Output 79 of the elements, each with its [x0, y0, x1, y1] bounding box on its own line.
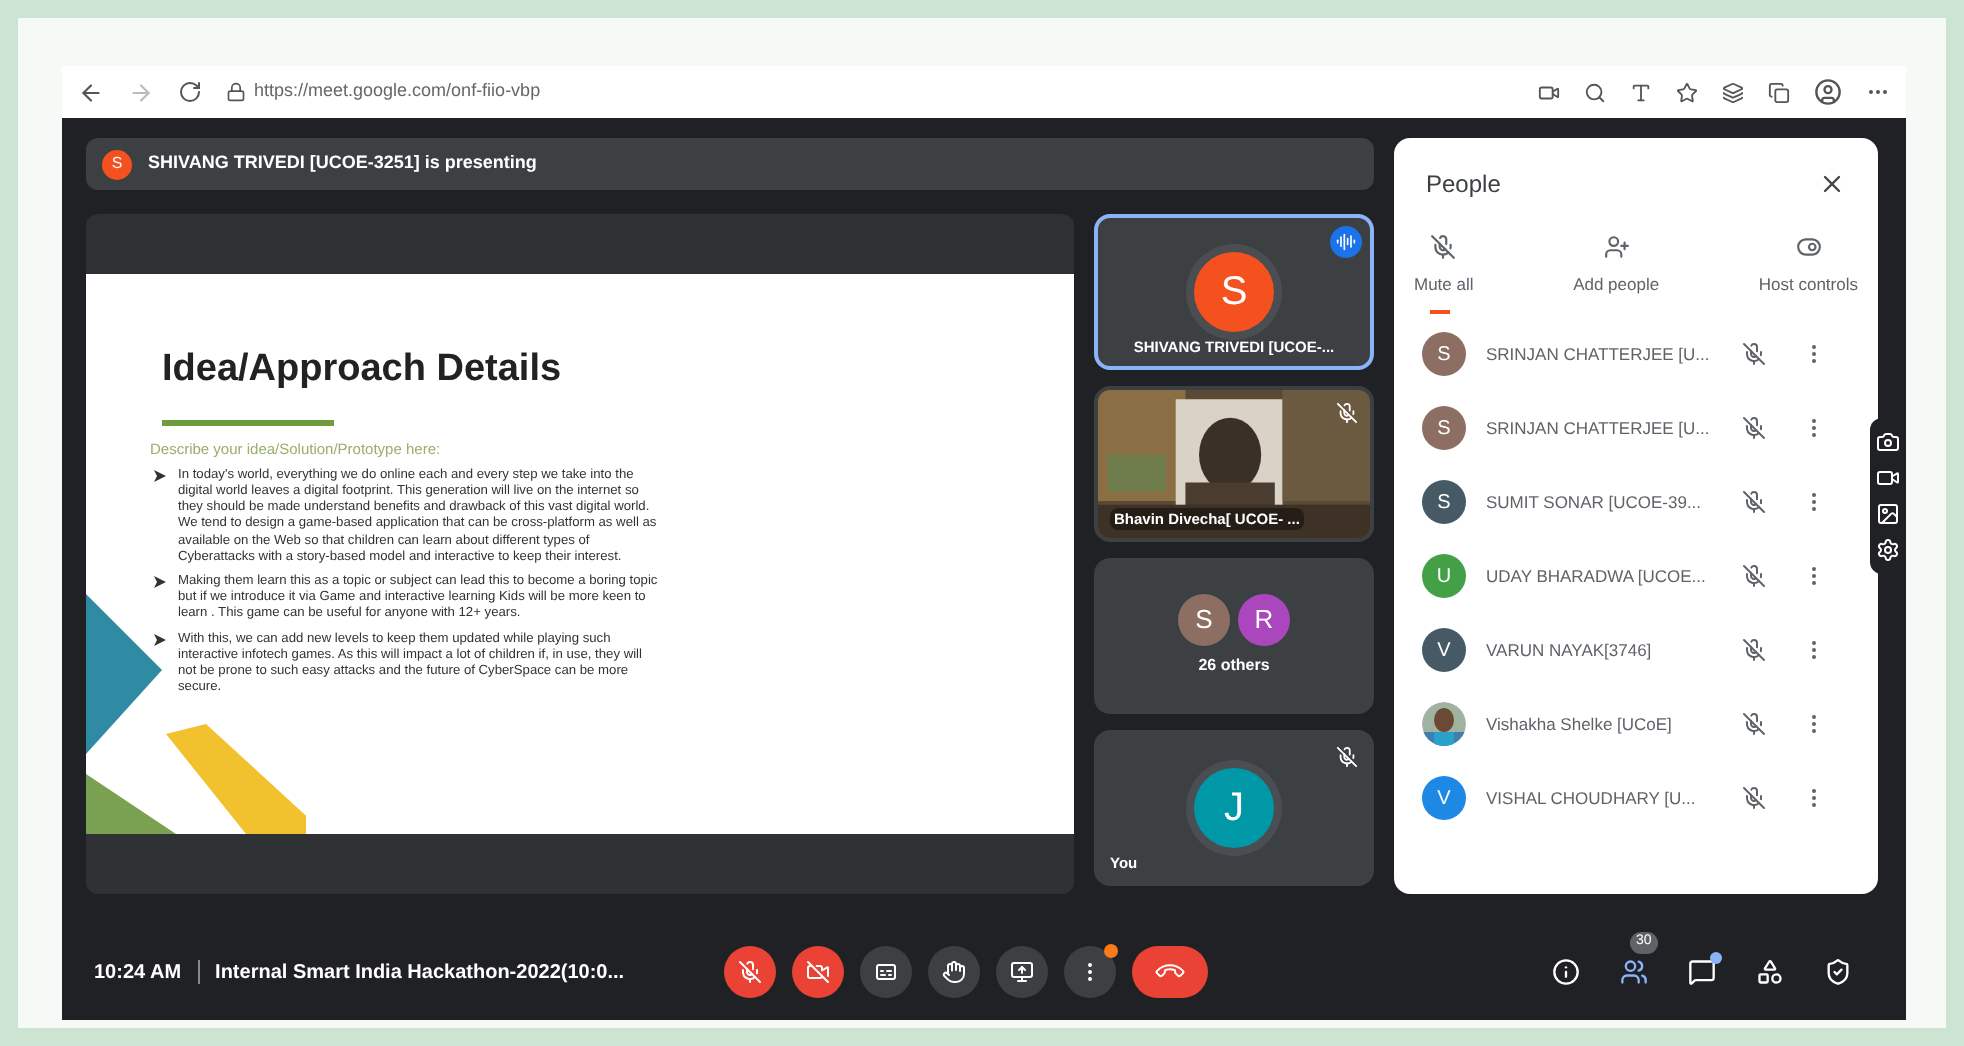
reload-icon[interactable]	[178, 80, 202, 104]
camera-off-icon	[805, 960, 830, 984]
panel-action-button[interactable]: Add people	[1573, 234, 1660, 298]
meeting-title: Internal Smart India Hackathon-2022(10:0...	[215, 959, 627, 987]
profile-icon[interactable]	[1814, 78, 1842, 106]
avatar: S	[102, 149, 132, 179]
slide-title: Idea/Approach Details	[162, 346, 564, 394]
participant-name: 26 others	[1198, 654, 1270, 678]
avatar: V	[1422, 628, 1466, 673]
avatar: J	[1194, 768, 1274, 848]
info-icon	[1552, 958, 1580, 986]
toggle-icon	[1795, 234, 1822, 260]
mic-off-icon	[1430, 234, 1457, 260]
avatar: S	[1422, 332, 1466, 377]
captions-button[interactable]	[859, 946, 912, 998]
panel-action-button[interactable]: Host controls	[1758, 234, 1858, 298]
shield-icon	[1824, 958, 1852, 986]
more-button[interactable]	[1063, 946, 1116, 998]
chat-button[interactable]	[1686, 956, 1718, 988]
mic-off-icon[interactable]	[1742, 416, 1766, 441]
read-aloud-icon[interactable]	[1630, 81, 1652, 103]
participant-name: UDAY BHARADWA [UCOE...	[1486, 563, 1708, 590]
chat-icon	[1688, 958, 1716, 986]
close-icon[interactable]	[1818, 170, 1846, 198]
panel-title: People	[1426, 168, 1501, 202]
bullet-icon	[154, 469, 166, 482]
info-button[interactable]	[1550, 956, 1582, 988]
mic-button[interactable]	[723, 946, 776, 998]
bullet-icon	[154, 575, 166, 588]
back-icon[interactable]	[78, 79, 104, 105]
meeting-time: 10:24 AM	[94, 959, 182, 987]
participant-name: Vishakha Shelke [UCoE]	[1486, 711, 1674, 738]
star-icon[interactable]	[1676, 81, 1698, 103]
participant-name: VISHAL CHOUDHARY [U...	[1486, 785, 1698, 812]
camera-icon[interactable]	[1876, 430, 1900, 454]
participant-name: SRINJAN CHATTERJEE [U...	[1486, 415, 1712, 442]
settings-icon[interactable]	[1876, 538, 1900, 562]
avatar: S	[1194, 252, 1274, 332]
mic-off-icon[interactable]	[1742, 712, 1766, 737]
people-button[interactable]	[1618, 956, 1650, 988]
hand-icon	[941, 960, 966, 984]
avatar: S	[1422, 480, 1466, 525]
image-icon[interactable]	[1876, 502, 1900, 526]
present-icon	[1009, 960, 1034, 984]
activities-button[interactable]	[1754, 956, 1786, 988]
add-person-icon	[1603, 234, 1630, 260]
search-icon[interactable]	[1584, 81, 1606, 103]
shapes-icon	[1756, 958, 1784, 986]
hand-button[interactable]	[927, 946, 980, 998]
video-icon[interactable]	[1876, 466, 1900, 490]
banner-text: SHIVANG TRIVEDI [UCOE-3251] is presenting	[148, 150, 537, 177]
avatar: R	[1238, 594, 1290, 646]
participant-name: VARUN NAYAK[3746]	[1486, 637, 1654, 664]
avatar: S	[1422, 406, 1466, 451]
mic-off-icon[interactable]	[1742, 638, 1766, 663]
present-button[interactable]	[995, 946, 1048, 998]
bullet-icon	[154, 633, 166, 646]
participant-tile[interactable]: S R 26 others	[1094, 558, 1374, 714]
lock-icon	[226, 82, 246, 102]
mic-off-icon[interactable]	[1742, 786, 1766, 811]
mic-off-icon[interactable]	[1742, 564, 1766, 589]
end-button[interactable]	[1131, 946, 1208, 998]
address-bar[interactable]: https://meet.google.com/onf-fiio-vbp	[254, 78, 541, 106]
camera-icon[interactable]	[1538, 81, 1560, 103]
camera-button[interactable]	[791, 946, 844, 998]
extension-icon[interactable]	[1722, 81, 1744, 103]
safety-button[interactable]	[1822, 956, 1854, 988]
participant-name: SRINJAN CHATTERJEE [U...	[1486, 341, 1712, 368]
captions-icon	[873, 960, 898, 984]
people-icon	[1620, 958, 1648, 986]
mic-off-icon[interactable]	[1742, 342, 1766, 367]
collections-icon[interactable]	[1768, 81, 1790, 103]
avatar: U	[1422, 554, 1466, 599]
avatar: S	[1178, 594, 1230, 646]
avatar: V	[1422, 776, 1466, 821]
panel-action-button[interactable]: Mute all	[1414, 234, 1474, 298]
participant-name: SUMIT SONAR [UCOE-39...	[1486, 489, 1704, 516]
mic-off-icon	[737, 960, 762, 984]
mic-off-icon[interactable]	[1742, 490, 1766, 515]
